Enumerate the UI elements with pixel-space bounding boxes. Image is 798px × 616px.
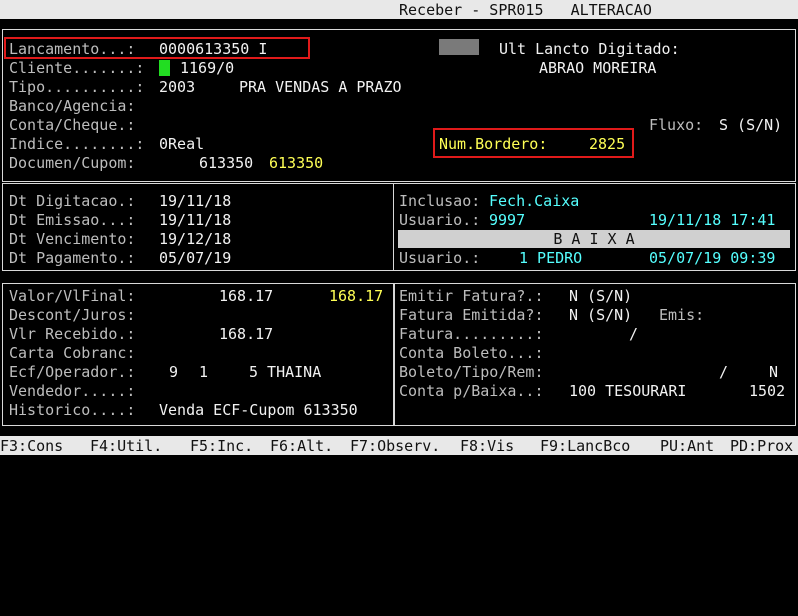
cliente-field[interactable]: 1169/0 — [180, 59, 234, 77]
emitir-fatura-field[interactable]: N (S/N) — [569, 287, 632, 305]
recebido-label: Vlr Recebido.: — [9, 325, 136, 343]
baixa-bar: B A I X A — [398, 230, 790, 248]
emissao-label: Dt Emissao...: — [9, 211, 136, 229]
banco-label: Banco/Agencia: — [9, 97, 136, 115]
historico-field[interactable]: Venda ECF-Cupom 613350 — [159, 401, 358, 419]
valor-label: Valor/VlFinal: — [9, 287, 136, 305]
inclusao-label: Inclusao: — [399, 192, 481, 210]
f4-util-key[interactable]: F4:Util. — [90, 437, 162, 455]
valor-final-field[interactable]: 168.17 — [329, 287, 383, 305]
tipo-code-field[interactable]: 2003 — [159, 78, 195, 96]
f3-cons-key[interactable]: F3:Cons — [0, 437, 63, 455]
fatura-label: Fatura.........: — [399, 325, 544, 343]
usuario-baixa-value: 1 PEDRO — [519, 249, 583, 267]
cupom-field[interactable]: 613350 — [269, 154, 323, 172]
emitir-fatura-label: Emitir Fatura?.: — [399, 287, 544, 305]
valor-field[interactable]: 168.17 — [219, 287, 273, 305]
digitacao-label: Dt Digitacao.: — [9, 192, 136, 210]
usuario-inclusao-label: Usuario.: — [399, 211, 481, 229]
fluxo-field[interactable]: S (S/N) — [719, 116, 782, 134]
pu-ant-key[interactable]: PU:Ant — [660, 437, 714, 455]
documen-label: Documen/Cupom: — [9, 154, 136, 172]
conta-boleto-label: Conta Boleto...: — [399, 344, 544, 362]
ecf-field[interactable]: 9 — [169, 363, 178, 381]
cliente-label: Cliente.......: — [9, 59, 145, 77]
tipo-description: PRA VENDAS A PRAZO — [239, 78, 402, 96]
ult-lancto-name: ABRAO MOREIRA — [539, 59, 657, 77]
recebido-field[interactable]: 168.17 — [219, 325, 273, 343]
window-title-bar: Receber - SPR015 ALTERACAO — [0, 0, 798, 19]
carta-label: Carta Cobranc: — [9, 344, 136, 362]
fatura-field[interactable]: / — [629, 325, 638, 343]
lancamento-highlight — [4, 37, 310, 59]
fatura-emitida-field[interactable]: N (S/N) — [569, 306, 632, 324]
boleto-rem-field[interactable]: N — [769, 363, 778, 381]
function-key-bar: F3:Cons F4:Util. F5:Inc. F6:Alt. F7:Obse… — [0, 436, 798, 455]
boleto-tipo-label: Boleto/Tipo/Rem: — [399, 363, 544, 381]
f6-alt-key[interactable]: F6:Alt. — [270, 437, 333, 455]
ecf-label: Ecf/Operador.: — [9, 363, 136, 381]
usuario-baixa-label: Usuario.: — [399, 249, 481, 267]
cursor-block — [159, 60, 170, 76]
boleto-tipo-field[interactable]: / — [719, 363, 728, 381]
inclusao-value: Fech.Caixa — [489, 192, 580, 210]
usuario-inclusao-value: 9997 — [489, 211, 526, 229]
window-title: Receber - SPR015 ALTERACAO — [399, 1, 652, 19]
conta-baixa-field[interactable]: 100 TESOURARI — [569, 382, 686, 400]
conta-baixa-label: Conta p/Baixa..: — [399, 382, 544, 400]
f7-observ-key[interactable]: F7:Observ. — [350, 437, 440, 455]
values-divider — [393, 283, 395, 426]
pagamento-field[interactable]: 05/07/19 — [159, 249, 231, 267]
documen-field[interactable]: 613350 — [199, 154, 253, 172]
indice-label: Indice........: — [9, 135, 145, 153]
tipo-label: Tipo..........: — [9, 78, 145, 96]
vendedor-label: Vendedor.....: — [9, 382, 136, 400]
conta-baixa-number: 1502 — [749, 382, 786, 400]
pd-prox-key[interactable]: PD:Prox — [730, 437, 793, 455]
f8-vis-key[interactable]: F8:Vis — [460, 437, 514, 455]
f5-inc-key[interactable]: F5:Inc. — [190, 437, 253, 455]
baixa-datetime: 05/07/19 09:39 — [649, 249, 776, 267]
fatura-emitida-label: Fatura Emitida?: — [399, 306, 544, 324]
conta-label: Conta/Cheque.: — [9, 116, 136, 134]
ult-lancto-label: Ult Lancto Digitado: — [499, 40, 680, 58]
fluxo-label: Fluxo: — [649, 116, 704, 134]
operador-field[interactable]: 5 THAINA — [249, 363, 321, 381]
digitacao-field[interactable]: 19/11/18 — [159, 192, 231, 210]
ecf-caixa-field[interactable]: 1 — [199, 363, 208, 381]
inclusao-datetime: 19/11/18 17:41 — [649, 211, 776, 229]
vencimento-label: Dt Vencimento: — [9, 230, 136, 248]
f9-lancbco-key[interactable]: F9:LancBco — [540, 437, 630, 455]
historico-label: Historico....: — [9, 401, 136, 419]
indice-field[interactable]: 0Real — [159, 135, 204, 153]
status-block — [439, 39, 479, 55]
pagamento-label: Dt Pagamento.: — [9, 249, 136, 267]
vencimento-field[interactable]: 19/12/18 — [159, 230, 231, 248]
bordero-highlight — [433, 128, 634, 158]
emis-label: Emis: — [659, 306, 705, 324]
descont-label: Descont/Juros: — [9, 306, 136, 324]
emissao-field[interactable]: 19/11/18 — [159, 211, 231, 229]
